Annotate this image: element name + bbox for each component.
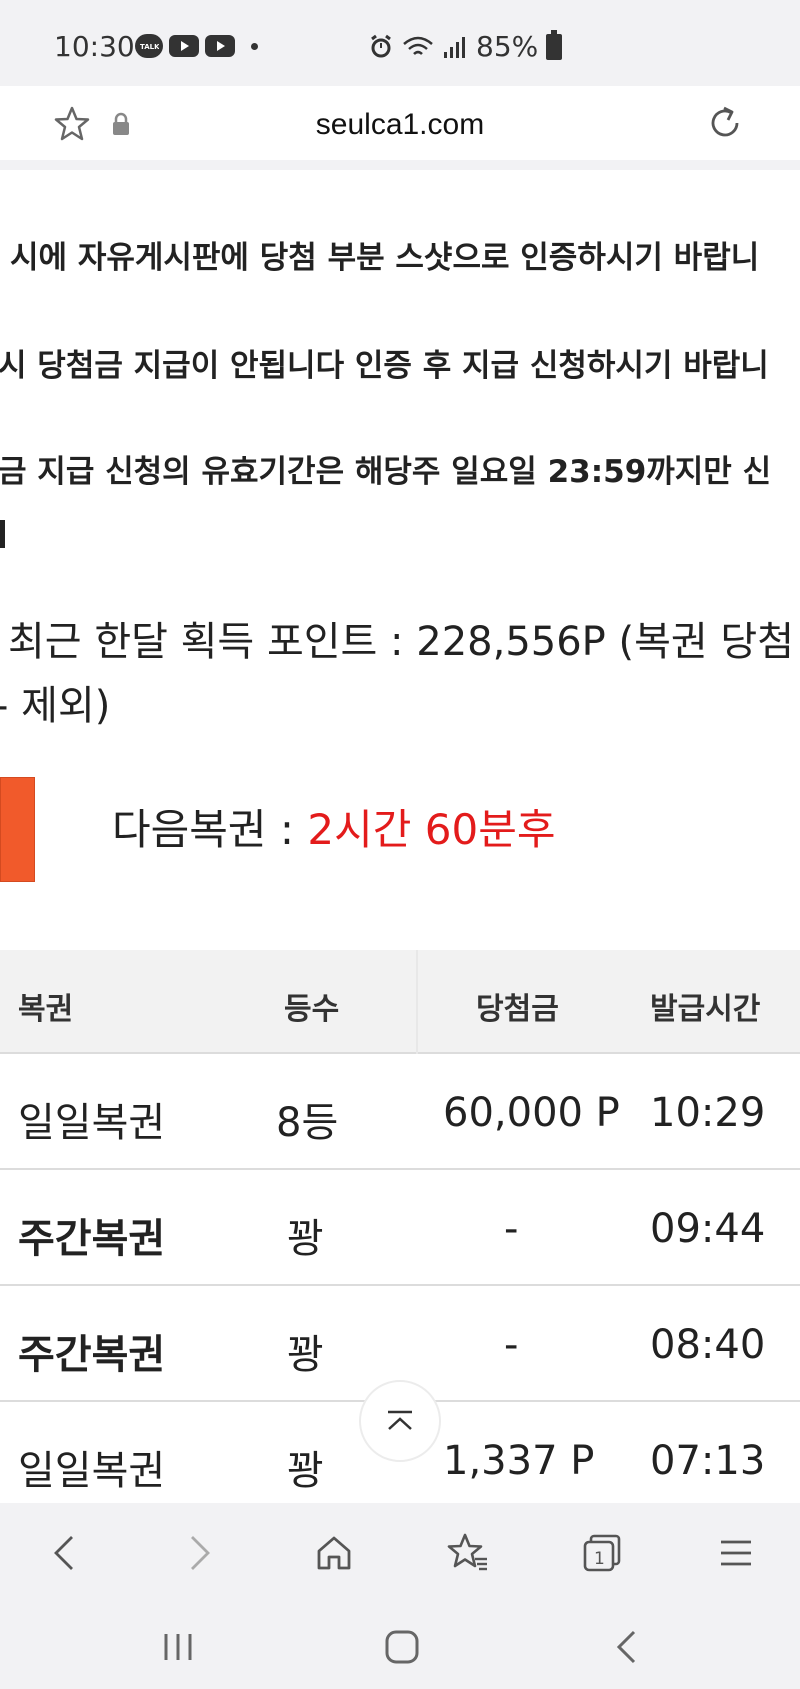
forward-icon [191,1536,210,1570]
cell-prize: - [504,1322,519,1368]
status-bar: 10:30 TALK 85% [0,0,800,86]
home-nav-icon [385,1630,419,1664]
back-button[interactable] [40,1529,88,1577]
cell-rank: 꽝 [287,1216,324,1262]
notice-line-1: 시에 자유게시판에 당첨 부분 스샷으로 인증하시기 바랍니 [10,240,760,276]
monthly-points: 최근 한달 획득 포인트 : 228,556P (복권 당첨 - 제외) [0,610,794,738]
cell-prize: - [504,1206,519,1252]
talk-icon: TALK [135,34,163,58]
tabs-button[interactable]: 1 [578,1529,626,1577]
reload-icon[interactable] [704,102,746,144]
cell-time: 08:40 [650,1322,766,1368]
signal-icon [444,36,465,58]
chevron-up-icon [388,1410,412,1430]
text-cursor [0,520,5,548]
header-lotto: 복권 [18,992,74,1027]
cell-lotto: 주간복권 [18,1216,166,1262]
cell-time: 10:29 [650,1090,766,1136]
wifi-icon [403,36,433,55]
next-lotto-label: 다음복권 : [112,805,308,854]
cell-lotto: 일일복권 [18,1448,166,1494]
cell-rank: 꽝 [287,1448,324,1494]
back-nav-button[interactable] [604,1625,648,1669]
recents-button[interactable] [156,1625,200,1669]
address-bar-divider [0,160,800,170]
header-divider [416,950,418,1054]
cell-lotto: 일일복권 [18,1100,166,1146]
youtube-icon [169,35,199,57]
url-text[interactable]: seulca1.com [28,108,772,142]
table-row: 일일복권 8등 60,000 P 10:29 [0,1054,800,1170]
header-prize: 당첨금 [476,992,559,1027]
cell-prize: 1,337 P [443,1438,595,1484]
status-time: 10:30 [54,30,135,63]
cell-time: 07:13 [650,1438,766,1484]
tabs-icon: 1 [583,1534,621,1572]
back-icon [54,1536,73,1570]
battery-icon [546,29,563,60]
cell-time: 09:44 [650,1206,766,1252]
forward-button[interactable] [176,1529,224,1577]
lotto-button[interactable] [0,777,35,882]
next-lotto-value: 2시간 60분후 [307,805,556,854]
cell-lotto: 주간복권 [18,1332,166,1378]
cell-rank: 꽝 [287,1332,324,1378]
table-header: 복권 등수 당첨금 발급시간 [0,950,800,1054]
address-bar[interactable]: seulca1.com [28,88,772,160]
alarm-icon [371,34,391,57]
menu-button[interactable] [712,1529,760,1577]
home-icon [317,1536,351,1570]
bookmarks-icon [447,1533,487,1571]
system-status: 85% [368,29,563,63]
system-navigation-bar [0,1599,800,1689]
tabs-count: 1 [594,1549,605,1569]
notice-line-3: 금 지급 신청의 유효기간은 해당주 일요일 23:59까지만 신 [0,454,772,490]
scroll-to-top-button[interactable] [359,1380,441,1462]
battery-percent: 85% [476,30,539,63]
menu-icon [721,1540,751,1566]
home-nav-button[interactable] [380,1625,424,1669]
cell-prize: 60,000 P [443,1090,620,1136]
svg-text:TALK: TALK [140,43,159,51]
back-nav-icon [616,1630,636,1664]
next-lotto-countdown: 다음복권 : 2시간 60분후 [112,796,556,857]
cell-rank: 8등 [276,1100,339,1146]
browser-toolbar: 1 [0,1503,800,1599]
header-time: 발급시간 [650,992,761,1027]
home-button[interactable] [310,1529,358,1577]
youtube-icon [205,35,235,57]
header-rank: 등수 [284,992,340,1027]
recents-icon [164,1634,192,1660]
notice-line-2: 시 당첨금 지급이 안됩니다 인증 후 지급 신청하시기 바랍니 [0,348,769,384]
notification-icons: TALK [135,34,258,58]
more-notifications-icon [251,42,258,50]
page-content: 시에 자유게시판에 당첨 부분 스샷으로 인증하시기 바랍니 시 당첨금 지급이… [0,170,800,1503]
monthly-points-line-1: 최근 한달 획득 포인트 : 228,556P (복권 당첨 [8,619,795,665]
table-row: 주간복권 꽝 - 09:44 [0,1170,800,1286]
bookmarks-button[interactable] [444,1529,492,1577]
monthly-points-line-2: - 제외) [0,683,111,729]
